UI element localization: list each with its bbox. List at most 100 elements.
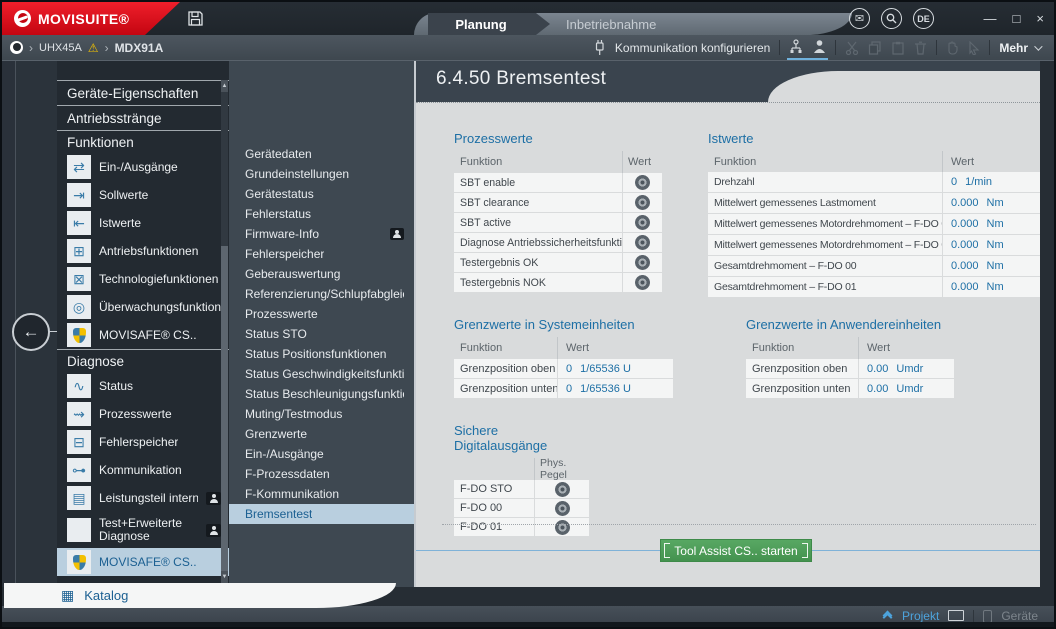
scrollbar-thumb[interactable] — [221, 246, 228, 576]
plug-icon[interactable] — [593, 40, 606, 55]
minimize-button[interactable]: — — [984, 11, 997, 26]
search-icon[interactable] — [881, 8, 902, 29]
subnav-item[interactable]: Status Beschleunigungsfunktio... — [229, 384, 414, 404]
row-value: 0.00 — [867, 383, 888, 395]
status-led-icon — [635, 195, 650, 210]
subnav-item[interactable]: Firmware-Info — [229, 224, 414, 244]
table-row: Grenzposition unten 0 1/65536 U — [454, 379, 673, 399]
configure-communication-button[interactable]: Kommunikation konfigurieren — [615, 41, 770, 55]
sidebar-item[interactable]: Istwerte — [57, 209, 229, 237]
tool-assist-start-button[interactable]: Tool Assist CS.. starten — [660, 539, 812, 562]
cut-icon[interactable] — [845, 41, 859, 55]
collapse-sidebar-button[interactable]: ← — [12, 313, 50, 351]
column-header-wert: Wert — [858, 337, 954, 359]
column-header-funktion: Funktion — [708, 156, 942, 168]
subnav-item[interactable]: Status Geschwindigkeitsfunkti... — [229, 364, 414, 384]
sidebar-item[interactable]: Leistungsteil intern — [57, 484, 229, 512]
subnav-item[interactable]: Gerätedaten — [229, 144, 414, 164]
sidebar-item[interactable]: Kommunikation — [57, 456, 229, 484]
user-view-icon[interactable] — [813, 39, 826, 54]
more-button[interactable]: Mehr — [999, 41, 1040, 55]
subnav-item[interactable]: Ein-/Ausgänge — [229, 444, 414, 464]
row-label: Grenzposition oben — [454, 363, 557, 375]
subnav-item[interactable]: Referenzierung/Schlupfabgleich — [229, 284, 414, 304]
subnav-item[interactable]: F-Kommunikation — [229, 484, 414, 504]
status-led-icon — [555, 520, 570, 535]
subnav-item[interactable]: Status Positionsfunktionen — [229, 344, 414, 364]
topology-icon[interactable] — [789, 39, 803, 54]
sidebar-item[interactable]: Fehlerspeicher — [57, 428, 229, 456]
subnav-item[interactable]: Fehlerstatus — [229, 204, 414, 224]
breadcrumb-device-2[interactable]: MDX91A — [115, 41, 164, 55]
subnav-item[interactable]: Grundeinstellungen — [229, 164, 414, 184]
scroll-down-arrow[interactable]: ▼ — [221, 571, 228, 583]
language-badge[interactable]: DE — [913, 8, 934, 29]
subnav-item[interactable]: Grenzwerte — [229, 424, 414, 444]
sidebar-item[interactable]: Technologiefunktionen — [57, 265, 229, 293]
close-button[interactable]: × — [1036, 11, 1044, 26]
geraete-view-button[interactable]: Geräte — [1001, 609, 1038, 623]
paste-icon[interactable] — [891, 41, 905, 55]
subnav-item[interactable]: Prozesswerte — [229, 304, 414, 324]
sidebar-item[interactable]: Geräte-Eigenschaften — [57, 80, 229, 105]
row-unit: 1/min — [965, 176, 992, 188]
subnav-item[interactable]: Muting/Testmodus — [229, 404, 414, 424]
subnav-item[interactable]: Geberauswertung — [229, 264, 414, 284]
app-name: MOVISUITE® — [38, 11, 129, 27]
sidebar-item-label: Funktionen — [67, 135, 134, 150]
chevron-down-icon — [1034, 42, 1042, 50]
monitor-icon — [948, 610, 964, 621]
sidebar-item-label: Kommunikation — [99, 463, 182, 477]
sidebar-item-label: Diagnose — [67, 354, 124, 369]
maximize-button[interactable]: □ — [1013, 11, 1021, 26]
sidebar-item[interactable]: Diagnose — [57, 349, 229, 372]
sidebar-item[interactable]: Antriebsfunktionen — [57, 237, 229, 265]
subnav-item[interactable]: Status STO — [229, 324, 414, 344]
sidebar-item-label: MOVISAFE® CS.. — [99, 328, 197, 342]
row-label: F-DO 01 — [454, 521, 534, 533]
table-row: Testergebnis NOK — [454, 273, 662, 293]
sidebar-item[interactable]: Antriebsstränge — [57, 105, 229, 130]
sidebar-item-label: Überwachungsfunktionen — [99, 300, 221, 314]
breadcrumb-device-1[interactable]: UHX45A — [39, 42, 82, 54]
katalog-tab[interactable]: ▦ Katalog — [4, 583, 396, 608]
sidebar-item[interactable]: Test+Erweiterte Diagnose — [57, 512, 229, 548]
copy-icon[interactable] — [868, 41, 882, 55]
delete-icon[interactable] — [914, 41, 927, 55]
subnav-item[interactable]: Gerätestatus — [229, 184, 414, 204]
sidebar-item-icon — [67, 155, 91, 179]
sidebar-item[interactable]: Ein-/Ausgänge — [57, 153, 229, 181]
sidebar-item[interactable]: Prozesswerte — [57, 400, 229, 428]
sidebar-item[interactable]: Sollwerte — [57, 181, 229, 209]
double-chevron-up-icon[interactable] — [884, 612, 891, 621]
save-icon[interactable] — [187, 10, 204, 27]
column-header-funktion: Funktion — [746, 342, 858, 354]
divider — [936, 40, 937, 55]
row-unit: Umdr — [896, 383, 923, 395]
tab-inbetriebnahme[interactable]: Inbetriebnahme — [556, 13, 666, 35]
sidebar-item[interactable]: MOVISAFE® CS.. — [57, 548, 229, 576]
feedback-mail-icon[interactable]: ✉ — [849, 8, 870, 29]
subnav-item[interactable]: F-Prozessdaten — [229, 464, 414, 484]
mode-tab-band: Planung Inbetriebnahme — [414, 13, 852, 35]
sidebar-item[interactable]: MOVISAFE® CS.. — [57, 321, 229, 349]
sidebar-item[interactable]: Überwachungsfunktionen — [57, 293, 229, 321]
projekt-view-button[interactable]: Projekt — [902, 609, 939, 623]
subnav-item-label: Ein-/Ausgänge — [245, 447, 324, 461]
subnav-item[interactable]: Fehlerspeicher — [229, 244, 414, 264]
subnav-item[interactable]: Bremsentest — [229, 504, 414, 524]
scroll-up-arrow[interactable]: ▲ — [221, 80, 228, 92]
row-unit: 1/65536 U — [580, 363, 631, 375]
project-root-icon[interactable] — [10, 41, 23, 54]
table-row: SBT clearance — [454, 193, 662, 213]
breadcrumb: › UHX45A ⚠ › MDX91A — [2, 41, 163, 55]
column-header-funktion: Funktion — [454, 156, 622, 168]
table-row: Diagnose Antriebssicherheitsfunktion — [454, 233, 662, 253]
tab-planung[interactable]: Planung — [428, 13, 550, 35]
subnav-item-label: Grenzwerte — [245, 427, 307, 441]
sidebar-item[interactable]: Status — [57, 372, 229, 400]
pan-hand-icon[interactable] — [946, 41, 959, 55]
subnav-item-label: Bremsentest — [245, 507, 312, 521]
select-cursor-icon[interactable] — [968, 41, 980, 55]
sidebar-item[interactable]: Funktionen — [57, 130, 229, 153]
